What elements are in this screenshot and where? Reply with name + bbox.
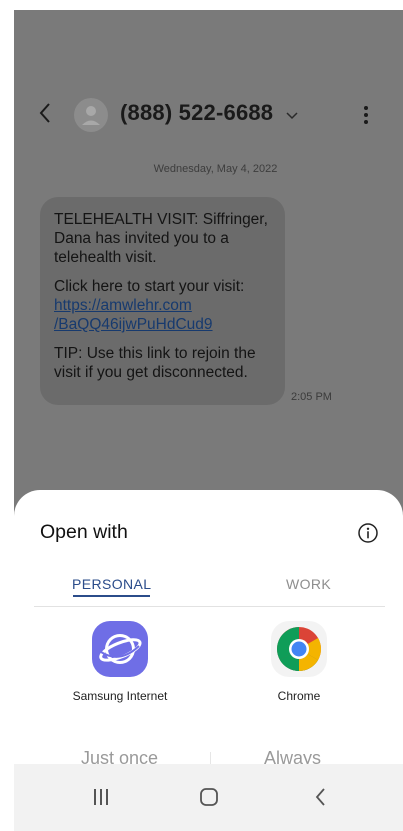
message-paragraph-2: Click here to start your visit:: [54, 278, 245, 295]
message-time: 2:05 PM: [291, 391, 332, 403]
app-samsung-internet[interactable]: Samsung Internet: [50, 620, 190, 710]
more-vertical-icon[interactable]: [358, 102, 374, 128]
app-label-samsung-internet: Samsung Internet: [72, 689, 168, 703]
back-icon[interactable]: [306, 784, 336, 810]
chrome-icon: [270, 620, 328, 678]
sheet-title: Open with: [40, 521, 128, 543]
chevron-down-icon[interactable]: [285, 108, 299, 120]
visit-link-line-1[interactable]: https://amwlehr.com: [54, 297, 192, 314]
recent-apps-icon[interactable]: [86, 784, 116, 810]
home-icon[interactable]: [194, 784, 224, 810]
contact-name[interactable]: (888) 522-6688: [120, 100, 273, 126]
app-label-chrome: Chrome: [277, 689, 321, 703]
visit-link-line-2[interactable]: /BaQQ46ijwPuHdCud9: [54, 316, 213, 333]
message-paragraph-1: TELEHEALTH VISIT: Siffringer, Dana has i…: [54, 211, 268, 266]
app-chrome[interactable]: Chrome: [229, 620, 369, 710]
date-text: Wednesday, May 4, 2022: [153, 163, 278, 175]
phone-screen: (888) 522-6688 Wednesday, May 4, 2022 TE…: [14, 10, 403, 831]
person-icon: [82, 106, 100, 125]
tab-divider: [34, 606, 385, 607]
message-bubble[interactable]: TELEHEALTH VISIT: Siffringer, Dana has i…: [40, 197, 285, 405]
active-tab-indicator: [73, 595, 150, 597]
tab-work[interactable]: WORK: [286, 576, 331, 592]
conversation-header: (888) 522-6688: [14, 90, 403, 140]
back-arrow-icon[interactable]: [34, 100, 58, 126]
info-icon[interactable]: [357, 522, 379, 544]
tab-personal[interactable]: PERSONAL: [72, 576, 151, 592]
samsung-internet-icon: [91, 620, 149, 678]
navigation-bar: [14, 764, 403, 831]
contact-avatar[interactable]: [74, 98, 108, 132]
message-paragraph-3: TIP: Use this link to rejoin the visit i…: [54, 345, 256, 381]
conversation-date: Wednesday, May 4, 2022: [14, 163, 403, 175]
